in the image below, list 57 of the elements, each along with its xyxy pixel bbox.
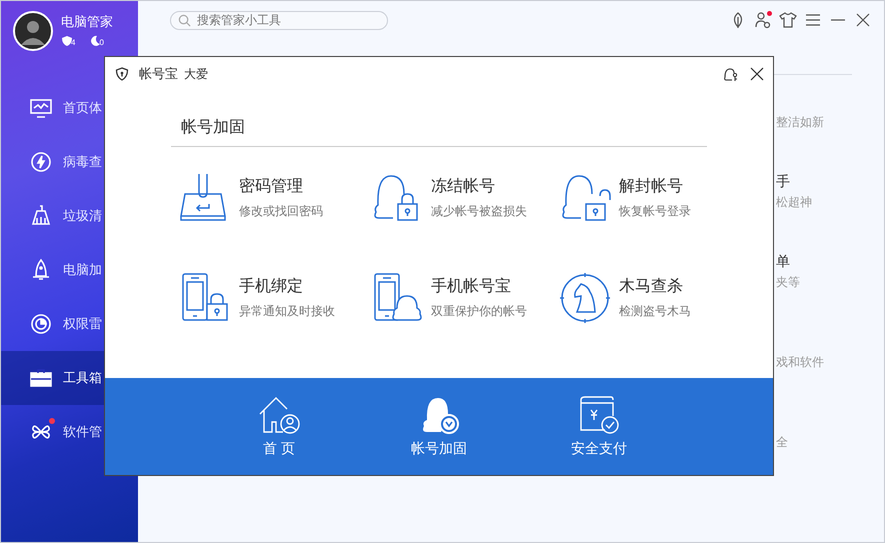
status-badge[interactable]: 0 [89,35,104,47]
user-name: 电脑管家 [61,13,113,31]
bolt-icon [29,150,53,174]
dialog-title: 帐号宝 [139,65,178,83]
feature-description: 减少帐号被盗损失 [431,203,527,220]
avatar[interactable] [13,11,53,51]
feature-item[interactable]: 手机绑定 异常通知及时接收 [179,272,371,324]
feature-item[interactable]: 手机帐号宝 双重保护你的帐号 [371,272,559,324]
status-badge[interactable]: 4 [61,35,76,47]
shirt-icon[interactable] [779,11,797,29]
feature-title: 手机帐号宝 [431,276,512,297]
nav-item[interactable]: 首 页 [239,394,319,475]
user-icon[interactable] [754,11,772,29]
sidebar-item[interactable]: 病毒查 [1,135,138,189]
feature-item[interactable]: 密码管理 修改或找回密码 [179,172,371,224]
feature-title: 木马查杀 [619,276,684,297]
penguin-key-icon[interactable] [723,66,739,82]
moon-icon [89,35,102,47]
sidebar-item[interactable]: 首页体 [1,81,138,135]
tool-description: 戏和软件 [776,354,825,371]
close-icon[interactable] [854,11,872,29]
feature-title: 手机绑定 [239,276,304,297]
feature-item[interactable]: 木马查杀 检测盗号木马 [559,272,709,324]
feature-item[interactable]: 冻结帐号 减少帐号被盗损失 [371,172,559,224]
tool-description: 夹等 [776,274,801,291]
tool-description: 整洁如新 [776,114,825,131]
toolbox-icon [29,366,53,390]
search-field[interactable]: 搜索管家小工具 [170,10,388,30]
user-name: 大爱 [184,66,208,82]
monitor-icon [29,96,53,120]
tool-description: 全 [776,434,789,451]
feature-item[interactable]: 解封帐号 恢复帐号登录 [559,172,709,224]
tool-description: 松超神 [776,194,813,211]
search-icon [178,14,191,26]
feature-description: 检测盗号木马 [619,303,691,320]
feature-title: 密码管理 [239,176,304,197]
shield-icon [115,67,129,81]
feature-description: 修改或找回密码 [239,203,323,220]
sidebar-item[interactable]: 软件管 [1,405,138,459]
feature-description: 异常通知及时接收 [239,303,335,320]
tool-title: 单 [776,253,791,270]
sidebar-item[interactable]: 电脑加 [1,243,138,297]
sidebar-item[interactable]: 垃圾清 [1,189,138,243]
close-icon[interactable] [749,66,765,82]
feature-description: 双重保护你的帐号 [431,303,527,320]
tool-title: 手 [776,173,791,190]
broom-icon [29,204,53,228]
nav-item[interactable]: 安全支付 [559,394,639,475]
sidebar-item[interactable]: 权限雷 [1,297,138,351]
feature-title: 解封帐号 [619,176,684,197]
section-title: 帐号加固 [171,91,707,147]
feature-title: 冻结帐号 [431,176,496,197]
shield-icon [61,35,73,47]
nav-item[interactable]: 帐号加固 [399,394,479,475]
chess-knight-icon [559,272,611,324]
feature-description: 恢复帐号登录 [619,203,691,220]
radar-icon [29,312,53,336]
